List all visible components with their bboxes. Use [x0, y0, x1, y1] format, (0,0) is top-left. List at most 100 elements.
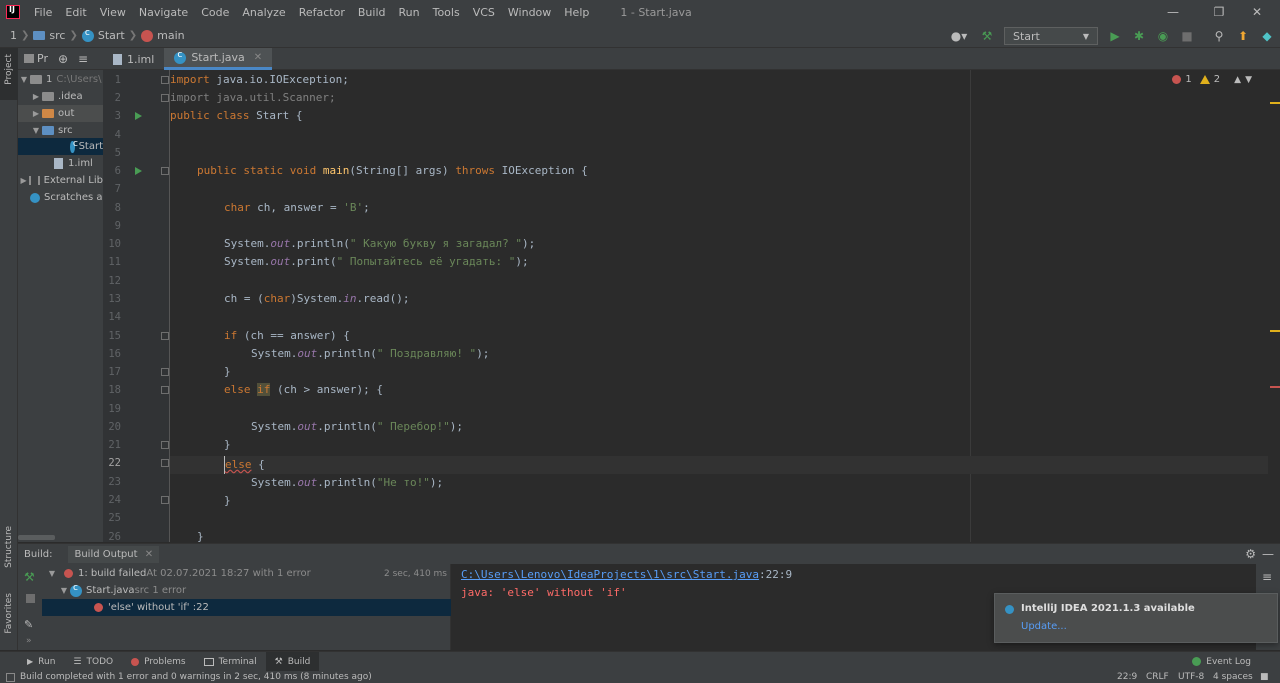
tree-row-external-libraries[interactable]: ▶ External Lib — [18, 172, 103, 189]
lock-icon[interactable]: ■ — [1260, 672, 1269, 682]
menu-view[interactable]: View — [94, 6, 133, 19]
indent-setting[interactable]: 4 spaces — [1213, 672, 1253, 682]
collapse-all-icon[interactable]: ≡ — [78, 52, 88, 66]
menu-tools[interactable]: Tools — [427, 6, 467, 19]
more-icon[interactable]: » — [26, 636, 32, 646]
fold-marker-icon[interactable] — [161, 459, 169, 467]
pin-icon[interactable]: ✎ — [24, 618, 33, 631]
build-hammer-icon: ⚒ — [274, 656, 283, 667]
rebuild-icon[interactable]: ⚒ — [24, 570, 35, 584]
caret-position[interactable]: 22:9 — [1117, 672, 1137, 682]
fold-marker-icon[interactable] — [161, 332, 169, 340]
tab-iml[interactable]: 1.iml — [103, 48, 164, 70]
fold-marker-icon[interactable] — [161, 368, 169, 376]
plugin-icon[interactable]: ◆ — [1260, 29, 1274, 43]
menu-analyze[interactable]: Analyze — [236, 6, 292, 19]
fold-marker-icon[interactable] — [161, 496, 169, 504]
horizontal-scrollbar[interactable] — [18, 535, 55, 540]
line-number: 4 — [114, 129, 121, 141]
tool-problems-button[interactable]: Problems — [122, 652, 194, 672]
menu-code[interactable]: Code — [195, 6, 236, 19]
error-stripe[interactable] — [1268, 96, 1280, 536]
menu-edit[interactable]: Edit — [59, 6, 93, 19]
tree-row-start[interactable]: Start — [18, 138, 103, 155]
status-toggle-icon[interactable] — [6, 672, 15, 682]
menu-file[interactable]: File — [28, 6, 59, 19]
inspection-widget[interactable]: 1 2 ▲ ▼ — [1172, 74, 1252, 85]
update-icon[interactable]: ⬆ — [1236, 29, 1250, 43]
code-editor[interactable]: import java.io.IOException; import java.… — [170, 70, 1280, 542]
warning-marker[interactable] — [1270, 102, 1280, 104]
stop-icon[interactable] — [26, 594, 35, 603]
close-tab-icon[interactable]: ✕ — [145, 549, 153, 560]
tool-event-log-button[interactable]: Event Log — [1183, 652, 1260, 672]
output-path[interactable]: C:\Users\Lenovo\IdeaProjects\1\src\Start… — [461, 568, 759, 581]
build-tree-file[interactable]: ▼ Start.java src 1 error — [42, 582, 451, 599]
build-file-detail: src 1 error — [134, 585, 187, 596]
hide-panel-icon[interactable]: — — [1262, 547, 1274, 561]
user-icon[interactable]: ●▾ — [948, 29, 970, 43]
tree-row-iml[interactable]: 1.iml — [18, 155, 103, 172]
file-encoding[interactable]: UTF-8 — [1178, 672, 1204, 682]
build-tree-error[interactable]: 'else' without 'if' :22 — [42, 599, 451, 616]
breadcrumb-src[interactable]: src — [33, 29, 65, 42]
tree-row-scratches[interactable]: Scratches a — [18, 189, 103, 206]
coverage-icon[interactable]: ◉ — [1156, 29, 1170, 43]
tree-row-idea[interactable]: ▶ .idea — [18, 88, 103, 105]
tool-terminal-button[interactable]: Terminal — [195, 652, 266, 672]
breadcrumb-method[interactable]: main — [141, 29, 185, 42]
run-gutter-icon[interactable] — [135, 112, 142, 120]
fold-marker-icon[interactable] — [161, 76, 169, 84]
favorites-tool-label[interactable]: Favorites — [4, 593, 14, 634]
minimize-icon[interactable]: — — [1150, 0, 1196, 24]
error-marker[interactable] — [1270, 386, 1280, 388]
build-hammer-icon[interactable]: ⚒ — [980, 29, 994, 43]
close-window-icon[interactable]: ✕ — [1234, 0, 1280, 24]
search-icon[interactable]: ⚲ — [1212, 29, 1226, 43]
menu-window[interactable]: Window — [502, 6, 558, 19]
chevron-down-icon[interactable]: ▼ — [1245, 75, 1252, 85]
run-toolbar: ●▾ ⚒ Start ▼ ▶ ✱ ◉ ■ ⚲ ⬆ ◆ — [948, 24, 1274, 48]
update-link[interactable]: Update... — [1021, 621, 1067, 632]
locate-icon[interactable]: ⊕ — [58, 52, 68, 66]
tree-row-project-root[interactable]: ▼ 1 C:\Users\ — [18, 71, 103, 88]
menu-vcs[interactable]: VCS — [467, 6, 502, 19]
run-gutter-icon[interactable] — [135, 167, 142, 175]
code-line-16: System.out.println(" Поздравляю! "); — [251, 347, 490, 360]
warning-marker[interactable] — [1270, 330, 1280, 332]
tree-row-out[interactable]: ▶ out — [18, 105, 103, 122]
tool-todo-button[interactable]: ☰ TODO — [64, 652, 122, 672]
fold-marker-icon[interactable] — [161, 441, 169, 449]
project-tool-button[interactable]: Project — [0, 48, 18, 100]
menu-navigate[interactable]: Navigate — [133, 6, 195, 19]
project-view-select[interactable]: Pr — [24, 52, 48, 65]
fold-marker-icon[interactable] — [161, 386, 169, 394]
menu-build[interactable]: Build — [352, 6, 393, 19]
build-tree-root[interactable]: ▼ 1: build failed At 02.07.2021 18:27 wi… — [42, 565, 451, 582]
output-file-link[interactable]: C:\Users\Lenovo\IdeaProjects\1\src\Start… — [461, 568, 792, 581]
tree-row-src[interactable]: ▼ src — [18, 122, 103, 139]
menu-help[interactable]: Help — [558, 6, 596, 19]
status-message[interactable]: Build completed with 1 error and 0 warni… — [20, 672, 372, 682]
fold-marker-icon[interactable] — [161, 94, 169, 102]
fold-marker-icon[interactable] — [161, 167, 169, 175]
tool-run-button[interactable]: ▶ Run — [18, 652, 64, 672]
menu-run[interactable]: Run — [393, 6, 427, 19]
run-icon[interactable]: ▶ — [1108, 29, 1122, 43]
tab-start-java[interactable]: Start.java ✕ — [164, 48, 273, 70]
soft-wrap-icon[interactable]: ≡ — [1262, 570, 1272, 584]
line-separator[interactable]: CRLF — [1146, 672, 1169, 682]
chevron-up-icon[interactable]: ▲ — [1234, 75, 1241, 85]
run-configuration-select[interactable]: Start ▼ — [1004, 27, 1098, 45]
event-log-icon — [1192, 657, 1202, 666]
tab-build-output[interactable]: Build Output ✕ — [68, 545, 160, 563]
debug-icon[interactable]: ✱ — [1132, 29, 1146, 43]
breadcrumb-class[interactable]: Start — [81, 28, 125, 42]
breadcrumb-project[interactable]: 1 — [0, 29, 17, 42]
menu-refactor[interactable]: Refactor — [293, 6, 352, 19]
gear-icon[interactable]: ⚙ — [1245, 547, 1256, 561]
close-tab-icon[interactable]: ✕ — [254, 52, 262, 63]
stop-icon[interactable]: ■ — [1180, 29, 1194, 43]
tool-build-button[interactable]: ⚒ Build — [265, 651, 320, 672]
structure-tool-label[interactable]: Structure — [4, 526, 14, 568]
